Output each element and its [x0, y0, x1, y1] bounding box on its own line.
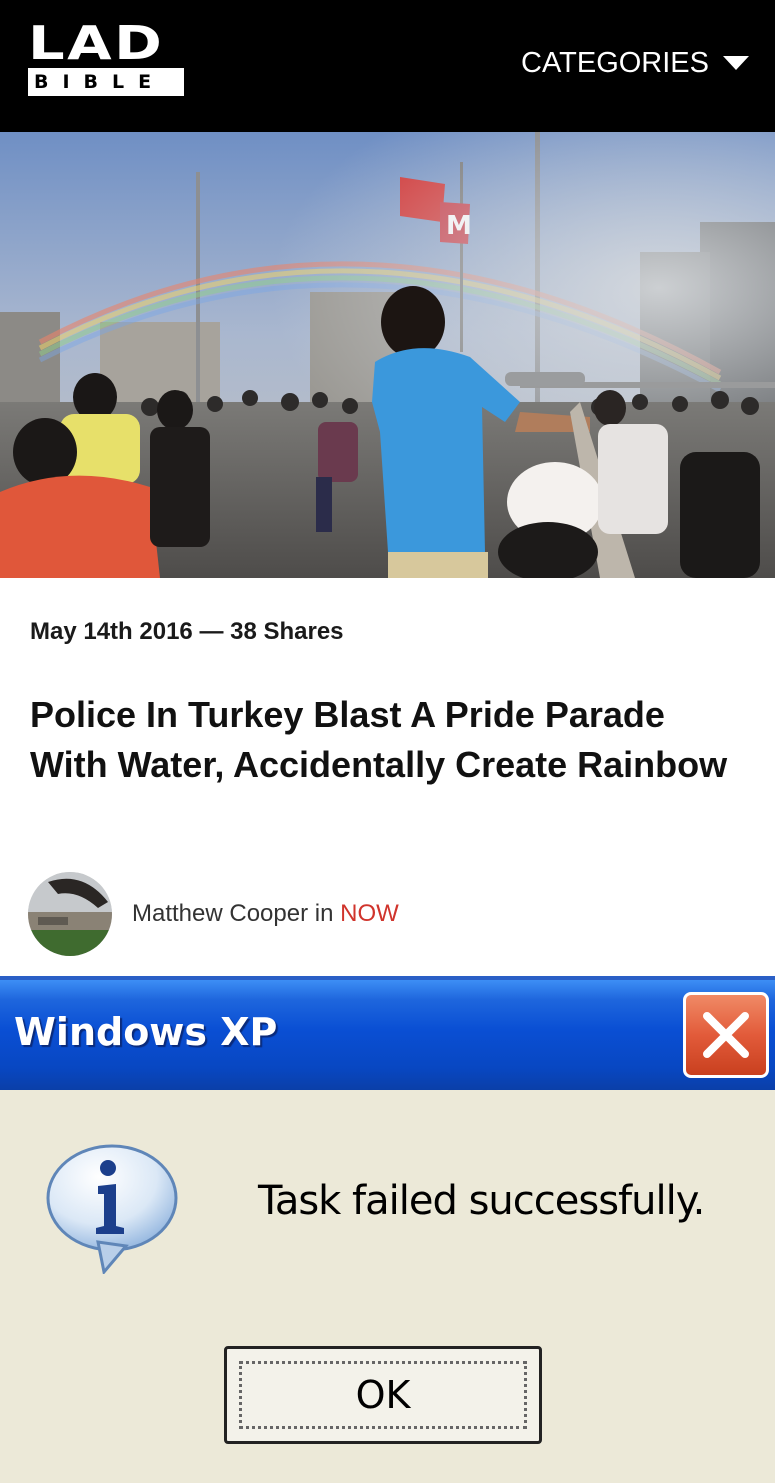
article-meta: May 14th 2016 — 38 Shares [30, 618, 344, 646]
byline-text: Matthew Cooper in NOW [132, 900, 399, 928]
article-date: May 14th 2016 [30, 618, 193, 645]
ok-button-label: OK [239, 1361, 527, 1429]
caret-down-icon [723, 56, 749, 70]
ok-button[interactable]: OK [224, 1346, 542, 1444]
dialog-body: Task failed successfully. OK [0, 1090, 775, 1483]
close-button[interactable] [683, 992, 769, 1078]
author-byline: Matthew Cooper in NOW [28, 872, 399, 956]
close-icon [703, 1012, 749, 1058]
xp-dialog: Windows XP Task failed successfully. OK [0, 976, 775, 1483]
meta-separator: — [199, 618, 224, 645]
author-avatar[interactable] [28, 872, 112, 956]
dialog-message: Task failed successfully. [258, 1178, 705, 1224]
site-header: LAD BIBLE CATEGORIES [0, 0, 775, 132]
article-title[interactable]: Police In Turkey Blast A Pride Parade Wi… [30, 690, 730, 790]
article-hero-image[interactable]: M [0, 132, 775, 578]
byline-in: in [314, 900, 334, 927]
category-link[interactable]: NOW [340, 900, 399, 927]
logo-lad-text: LAD [28, 16, 165, 70]
categories-label: CATEGORIES [521, 47, 709, 79]
info-icon [42, 1142, 182, 1279]
dialog-titlebar[interactable]: Windows XP [0, 976, 775, 1090]
logo-bible-text: BIBLE [28, 68, 184, 96]
ladbible-logo[interactable]: LAD BIBLE [28, 20, 184, 96]
categories-menu-button[interactable]: CATEGORIES [521, 46, 749, 80]
dialog-title: Windows XP [14, 1010, 278, 1054]
page: LAD BIBLE CATEGORIES May 14th 2016 — 38 … [0, 0, 775, 1483]
article-shares: 38 Shares [230, 618, 344, 645]
author-name[interactable]: Matthew Cooper [132, 900, 308, 927]
